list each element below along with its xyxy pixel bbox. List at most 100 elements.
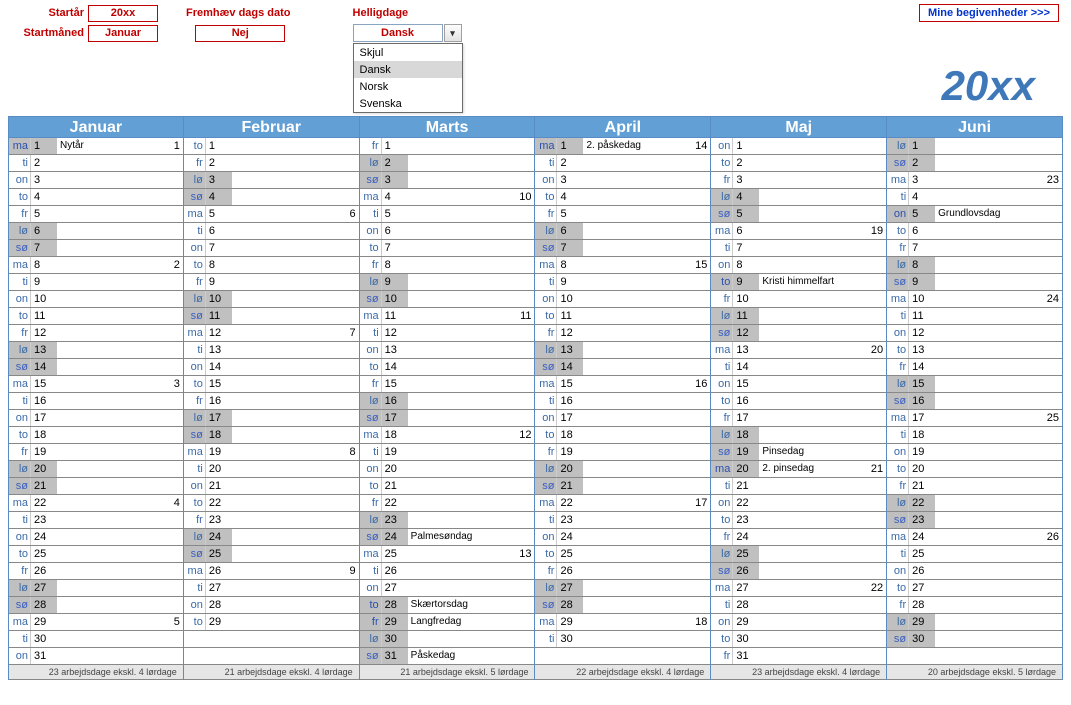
day-row[interactable]: to21 bbox=[360, 478, 535, 495]
day-row[interactable]: lø27 bbox=[9, 580, 183, 597]
day-row[interactable]: ma410 bbox=[360, 189, 535, 206]
day-row[interactable]: fr7 bbox=[887, 240, 1062, 257]
day-row[interactable]: ti14 bbox=[711, 359, 886, 376]
holidays-option-dansk[interactable]: Dansk bbox=[354, 61, 462, 78]
day-row[interactable]: sø28 bbox=[535, 597, 710, 614]
day-row[interactable]: ma2722 bbox=[711, 580, 886, 597]
day-row[interactable]: lø11 bbox=[711, 308, 886, 325]
day-row[interactable]: to18 bbox=[9, 427, 183, 444]
day-row[interactable]: lø16 bbox=[360, 393, 535, 410]
day-row[interactable]: sø19Pinsedag bbox=[711, 444, 886, 461]
day-row[interactable]: lø29 bbox=[887, 614, 1062, 631]
highlight-value[interactable]: Nej bbox=[195, 25, 285, 42]
day-row[interactable]: fr22 bbox=[360, 495, 535, 512]
day-row[interactable]: sø2 bbox=[887, 155, 1062, 172]
day-row[interactable] bbox=[535, 648, 710, 665]
day-row[interactable]: ma323 bbox=[887, 172, 1062, 189]
day-row[interactable]: fr5 bbox=[9, 206, 183, 223]
day-row[interactable]: on22 bbox=[711, 495, 886, 512]
day-row[interactable]: sø17 bbox=[360, 410, 535, 427]
day-row[interactable]: fr26 bbox=[9, 563, 183, 580]
day-row[interactable]: on21 bbox=[184, 478, 359, 495]
day-row[interactable]: on7 bbox=[184, 240, 359, 257]
day-row[interactable]: ti6 bbox=[184, 223, 359, 240]
day-row[interactable]: lø13 bbox=[9, 342, 183, 359]
day-row[interactable]: to28Skærtorsdag bbox=[360, 597, 535, 614]
day-row[interactable]: fr21 bbox=[887, 478, 1062, 495]
day-row[interactable]: ti9 bbox=[9, 274, 183, 291]
day-row[interactable]: fr2 bbox=[184, 155, 359, 172]
day-row[interactable]: sø25 bbox=[184, 546, 359, 563]
day-row[interactable]: to18 bbox=[535, 427, 710, 444]
day-row[interactable]: sø18 bbox=[184, 427, 359, 444]
day-row[interactable]: fr26 bbox=[535, 563, 710, 580]
day-row[interactable] bbox=[184, 631, 359, 648]
day-row[interactable]: sø7 bbox=[9, 240, 183, 257]
day-row[interactable]: lø30 bbox=[360, 631, 535, 648]
day-row[interactable]: to23 bbox=[711, 512, 886, 529]
day-row[interactable]: lø6 bbox=[9, 223, 183, 240]
day-row[interactable]: lø9 bbox=[360, 274, 535, 291]
day-row[interactable]: ti2 bbox=[535, 155, 710, 172]
day-row[interactable]: to29 bbox=[184, 614, 359, 631]
day-row[interactable]: sø4 bbox=[184, 189, 359, 206]
day-row[interactable]: on17 bbox=[9, 410, 183, 427]
day-row[interactable]: ma56 bbox=[184, 206, 359, 223]
day-row[interactable]: ti19 bbox=[360, 444, 535, 461]
day-row[interactable]: ti2 bbox=[9, 155, 183, 172]
day-row[interactable]: ti25 bbox=[887, 546, 1062, 563]
day-row[interactable]: fr12 bbox=[535, 325, 710, 342]
day-row[interactable]: fr5 bbox=[535, 206, 710, 223]
day-row[interactable]: ti11 bbox=[887, 308, 1062, 325]
day-row[interactable]: fr24 bbox=[711, 529, 886, 546]
day-row[interactable]: lø6 bbox=[535, 223, 710, 240]
day-row[interactable]: fr1 bbox=[360, 138, 535, 155]
day-row[interactable]: ma12. påskedag14 bbox=[535, 138, 710, 155]
day-row[interactable]: ti30 bbox=[535, 631, 710, 648]
holidays-option-norsk[interactable]: Norsk bbox=[354, 78, 462, 95]
day-row[interactable]: to22 bbox=[184, 495, 359, 512]
day-row[interactable]: on3 bbox=[535, 172, 710, 189]
day-row[interactable]: to27 bbox=[887, 580, 1062, 597]
day-row[interactable]: sø26 bbox=[711, 563, 886, 580]
day-row[interactable]: ti4 bbox=[887, 189, 1062, 206]
day-row[interactable]: to11 bbox=[9, 308, 183, 325]
day-row[interactable]: ti23 bbox=[535, 512, 710, 529]
day-row[interactable]: sø14 bbox=[535, 359, 710, 376]
day-row[interactable]: ma1516 bbox=[535, 376, 710, 393]
day-row[interactable]: on12 bbox=[887, 325, 1062, 342]
day-row[interactable]: ti23 bbox=[9, 512, 183, 529]
day-row[interactable]: to15 bbox=[184, 376, 359, 393]
day-row[interactable]: ti5 bbox=[360, 206, 535, 223]
day-row[interactable]: ma82 bbox=[9, 257, 183, 274]
day-row[interactable]: ti21 bbox=[711, 478, 886, 495]
day-row[interactable]: fr3 bbox=[711, 172, 886, 189]
day-row[interactable]: ma815 bbox=[535, 257, 710, 274]
day-row[interactable]: sø21 bbox=[9, 478, 183, 495]
day-row[interactable]: fr12 bbox=[9, 325, 183, 342]
day-row[interactable]: fr10 bbox=[711, 291, 886, 308]
day-row[interactable]: fr31 bbox=[711, 648, 886, 665]
day-row[interactable]: lø27 bbox=[535, 580, 710, 597]
day-row[interactable]: sø3 bbox=[360, 172, 535, 189]
day-row[interactable]: on6 bbox=[360, 223, 535, 240]
day-row[interactable]: to11 bbox=[535, 308, 710, 325]
day-row[interactable]: ma127 bbox=[184, 325, 359, 342]
day-row[interactable]: sø24Palmesøndag bbox=[360, 529, 535, 546]
day-row[interactable]: fr16 bbox=[184, 393, 359, 410]
day-row[interactable]: ma295 bbox=[9, 614, 183, 631]
day-row[interactable]: on8 bbox=[711, 257, 886, 274]
my-events-button[interactable]: Mine begivenheder >>> bbox=[919, 4, 1059, 22]
day-row[interactable]: lø20 bbox=[535, 461, 710, 478]
holidays-option-skjul[interactable]: Skjul bbox=[354, 44, 462, 61]
day-row[interactable]: on14 bbox=[184, 359, 359, 376]
day-row[interactable]: ma1320 bbox=[711, 342, 886, 359]
day-row[interactable]: ma2918 bbox=[535, 614, 710, 631]
day-row[interactable]: ti18 bbox=[887, 427, 1062, 444]
day-row[interactable]: lø17 bbox=[184, 410, 359, 427]
day-row[interactable]: to16 bbox=[711, 393, 886, 410]
day-row[interactable]: fr23 bbox=[184, 512, 359, 529]
day-row[interactable]: on24 bbox=[9, 529, 183, 546]
day-row[interactable]: to9Kristi himmelfart bbox=[711, 274, 886, 291]
day-row[interactable]: on17 bbox=[535, 410, 710, 427]
